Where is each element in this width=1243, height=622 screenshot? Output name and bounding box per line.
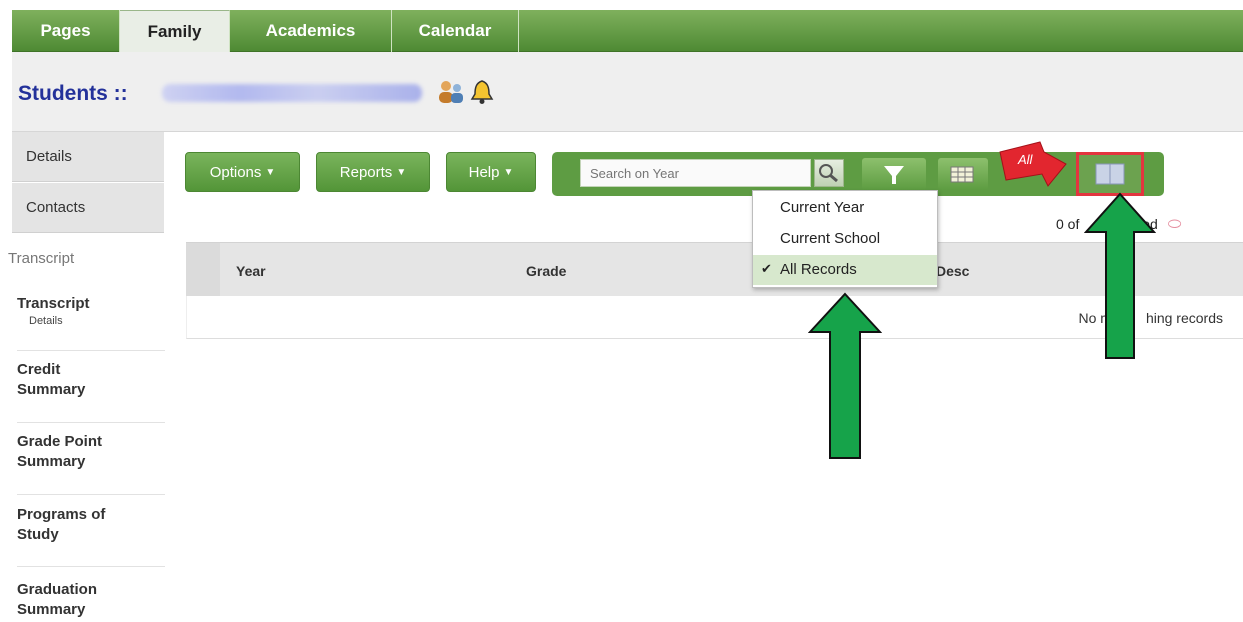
filter-dropdown-menu: Current Year Current School ✔ All Record… [752, 190, 938, 288]
menu-item-all-records[interactable]: ✔ All Records [753, 255, 937, 285]
menu-item-current-school[interactable]: Current School [753, 224, 937, 254]
tab-academics[interactable]: Academics [230, 10, 392, 52]
callout-label: All [1017, 152, 1034, 167]
view-toggle-button[interactable] [1076, 152, 1144, 196]
side-tab-details[interactable]: Details [12, 132, 164, 182]
caret-down-icon: ▼ [503, 166, 514, 178]
sidebar-item-graduation-summary[interactable]: Graduation Summary [17, 580, 127, 620]
options-label: Options [209, 163, 262, 181]
help-label: Help [468, 163, 500, 181]
eraser-icon[interactable]: ⬭ [1168, 216, 1182, 234]
menu-item-current-year[interactable]: Current Year [753, 193, 937, 223]
search-button[interactable] [814, 159, 844, 187]
page-title: Students :: [18, 82, 128, 105]
sidebar: Details Contacts Transcript Transcript D… [0, 132, 166, 622]
tab-family[interactable]: Family [120, 10, 230, 52]
sidebar-section-transcript: Transcript [8, 250, 75, 267]
student-name-redacted [162, 84, 422, 102]
annotation-arrow-up-icon [1084, 192, 1156, 359]
column-desc[interactable]: Desc [936, 263, 969, 279]
filter-button[interactable] [862, 158, 926, 190]
checkmark-icon: ✔ [761, 261, 772, 276]
options-button[interactable]: Options ▼ [185, 152, 300, 192]
caret-down-icon: ▼ [265, 166, 276, 178]
select-all-column[interactable] [186, 243, 220, 297]
top-nav: Pages Family Academics Calendar [12, 10, 1243, 52]
alert-bell-icon[interactable] [470, 79, 494, 105]
side-tab-contacts[interactable]: Contacts [12, 183, 164, 233]
sidebar-item-programs-of-study[interactable]: Programs of Study [17, 505, 137, 545]
selected-count-prefix: 0 of [1056, 216, 1080, 232]
all-callout-arrow: All [999, 141, 1067, 187]
empty-message-suffix: hing records [1145, 310, 1223, 326]
help-button[interactable]: Help ▼ [446, 152, 536, 192]
reports-button[interactable]: Reports ▼ [316, 152, 430, 192]
sidebar-item-credit-summary[interactable]: Credit Summary [17, 360, 117, 400]
sidebar-item-transcript[interactable]: Transcript Details [17, 294, 90, 328]
search-input[interactable] [580, 159, 811, 187]
book-icon [1095, 163, 1125, 185]
annotation-arrow-up-icon [808, 292, 882, 459]
column-year[interactable]: Year [236, 263, 266, 279]
column-grid-button[interactable] [938, 158, 988, 190]
caret-down-icon: ▼ [396, 166, 407, 178]
tab-pages[interactable]: Pages [12, 10, 120, 52]
reports-label: Reports [339, 163, 393, 181]
menu-item-label: All Records [780, 261, 857, 278]
tab-calendar[interactable]: Calendar [392, 10, 519, 52]
family-icon[interactable] [437, 80, 465, 104]
page-header: Students :: [12, 52, 1243, 132]
sidebar-item-grade-point-summary[interactable]: Grade Point Summary [17, 432, 137, 472]
magnifier-icon [819, 164, 838, 183]
column-grade[interactable]: Grade [526, 263, 566, 279]
sidebar-item-label: Transcript [17, 295, 90, 312]
funnel-icon [884, 166, 904, 184]
sidebar-item-sublabel: Details [29, 315, 63, 327]
grid-icon [950, 166, 974, 183]
